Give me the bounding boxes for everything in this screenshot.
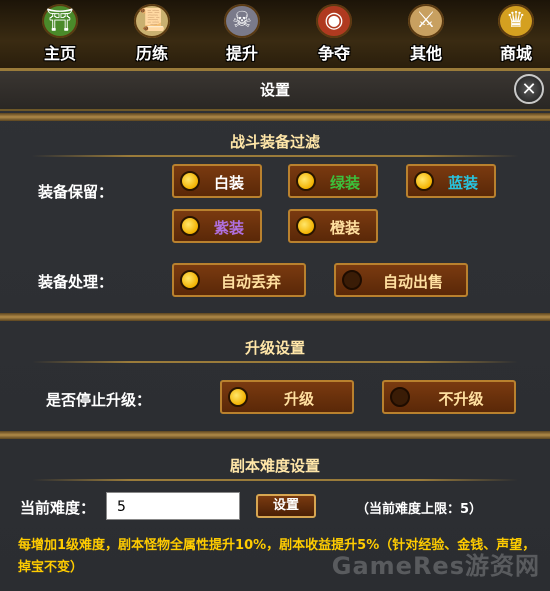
difficulty-limit-text: （当前难度上限：5） [356, 502, 483, 517]
war-drum-icon: ◉ [316, 4, 352, 38]
top-navigation: ⛩ 主页 📜 历练 ☠ 提升 ◉ 争夺 ⚔ 其他 ♛ 商城 [0, 0, 550, 71]
radio-indicator [390, 387, 410, 407]
option-blue-equipment[interactable]: 蓝装 [406, 164, 496, 198]
dialog-title: 设置 [259, 81, 290, 99]
option-label: 蓝装 [447, 174, 478, 192]
current-difficulty-label: 当前难度： [20, 499, 96, 517]
section-title-difficulty: 剧本难度设置 [229, 457, 320, 475]
nav-label-contest: 争夺 [317, 44, 350, 63]
scroll-icon: 📜 [134, 4, 170, 38]
section-divider [0, 113, 550, 121]
mask-icon: ☠ [224, 4, 260, 38]
nav-upgrade[interactable]: ☠ 提升 [206, 4, 278, 64]
bamboo-hat-icon: ⛩ [42, 4, 78, 38]
option-label: 自动出售 [382, 273, 443, 291]
option-purple-equipment[interactable]: 紫装 [172, 209, 262, 243]
option-label: 绿装 [329, 174, 360, 192]
equipment-handle-label: 装备处理： [38, 273, 114, 291]
nav-label-training: 历练 [135, 44, 168, 63]
option-upgrade[interactable]: 升级 [220, 380, 354, 414]
radio-indicator [180, 171, 200, 191]
nav-training[interactable]: 📜 历练 [116, 4, 188, 64]
option-label: 橙装 [329, 219, 360, 237]
nav-other[interactable]: ⚔ 其他 [390, 4, 462, 64]
difficulty-input[interactable]: 5 [106, 492, 240, 520]
equipment-keep-label: 装备保留： [38, 183, 114, 201]
option-label: 白装 [213, 174, 244, 192]
watermark: GameRes游资网 [331, 552, 540, 580]
close-button[interactable]: ✕ [514, 74, 544, 104]
section-divider [0, 431, 550, 439]
nav-label-other: 其他 [409, 44, 442, 63]
option-label: 不升级 [438, 390, 484, 408]
stop-upgrade-label: 是否停止升级： [46, 391, 152, 409]
radio-indicator [414, 171, 434, 191]
option-label: 升级 [283, 390, 314, 408]
option-label: 紫装 [213, 219, 244, 237]
option-orange-equipment[interactable]: 橙装 [288, 209, 378, 243]
nav-label-upgrade: 提升 [225, 44, 258, 63]
radio-indicator [296, 216, 316, 236]
nav-label-home: 主页 [43, 44, 76, 63]
radio-indicator [180, 270, 200, 290]
radio-indicator [228, 387, 248, 407]
option-white-equipment[interactable]: 白装 [172, 164, 262, 198]
option-auto-discard[interactable]: 自动丢弃 [172, 263, 306, 297]
nav-label-shop: 商城 [499, 44, 532, 63]
section-underline [32, 479, 518, 481]
section-title-equipment-filter: 战斗装备过滤 [229, 133, 320, 151]
sword-scroll-icon: ⚔ [408, 4, 444, 38]
radio-indicator [296, 171, 316, 191]
nav-home[interactable]: ⛩ 主页 [24, 4, 96, 64]
option-no-upgrade[interactable]: 不升级 [382, 380, 516, 414]
nav-contest[interactable]: ◉ 争夺 [298, 4, 370, 64]
set-difficulty-button[interactable]: 设置 [256, 494, 316, 518]
option-green-equipment[interactable]: 绿装 [288, 164, 378, 198]
option-auto-sell[interactable]: 自动出售 [334, 263, 468, 297]
section-title-upgrade: 升级设置 [244, 339, 305, 357]
radio-indicator [180, 216, 200, 236]
treasure-icon: ♛ [498, 4, 534, 38]
option-label: 自动丢弃 [220, 273, 281, 291]
settings-dialog: 设置 ✕ 战斗装备过滤 装备保留： 白装 绿装 蓝装 紫装 橙装 装备处理： 自… [0, 71, 550, 591]
nav-shop[interactable]: ♛ 商城 [480, 4, 550, 64]
dialog-title-bar: 设置 ✕ [0, 71, 550, 111]
section-divider [0, 313, 550, 321]
radio-indicator [342, 270, 362, 290]
section-underline [32, 155, 518, 157]
section-underline [32, 361, 518, 363]
